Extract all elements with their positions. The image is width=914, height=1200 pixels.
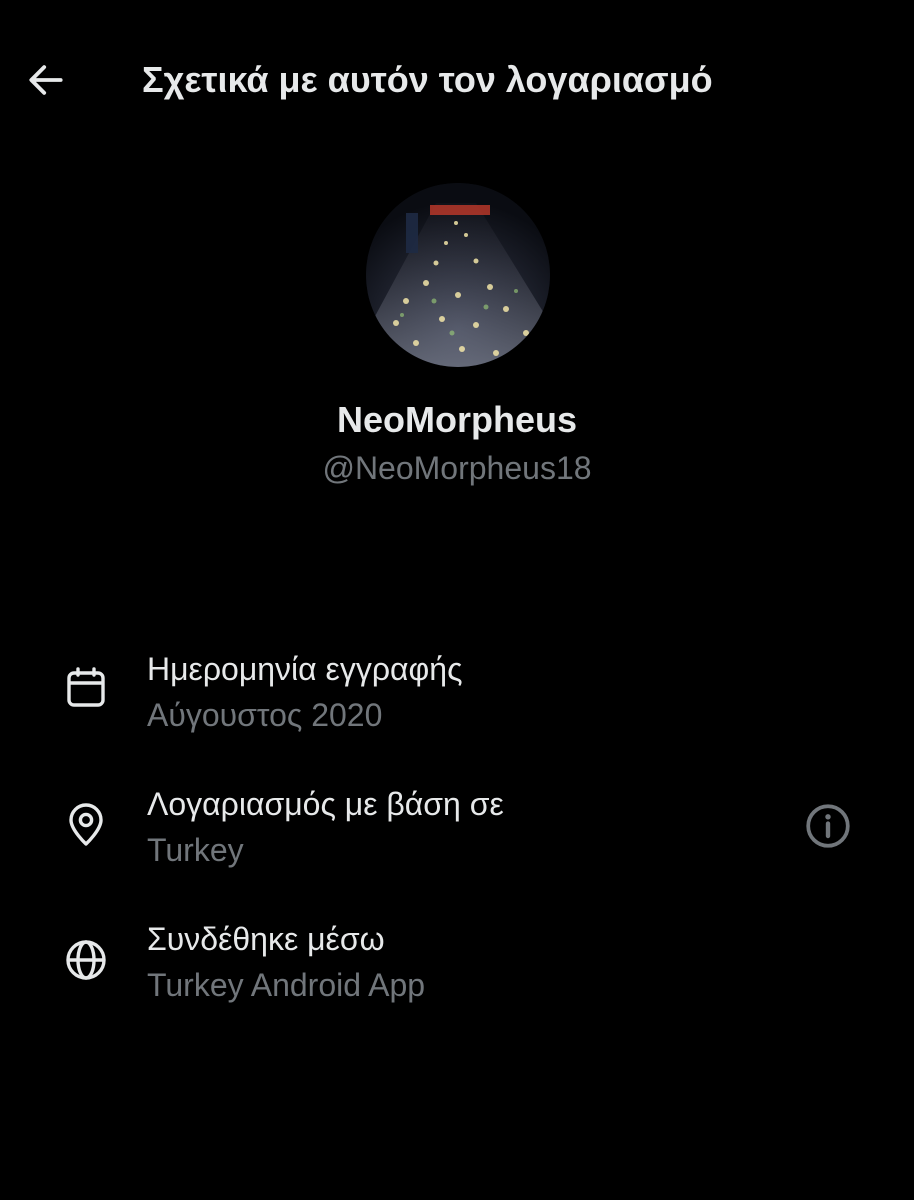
info-icon bbox=[806, 804, 850, 848]
display-name: NeoMorpheus bbox=[336, 399, 577, 440]
back-button[interactable] bbox=[22, 56, 70, 104]
avatar-image bbox=[366, 183, 550, 367]
account-location-label: Λογαριασμός με βάση σε bbox=[147, 786, 504, 822]
connected-via-label: Συνδέθηκε μέσω bbox=[147, 921, 385, 957]
avatar[interactable] bbox=[366, 183, 550, 367]
account-location-row: Λογαριασμός με βάση σε Turkey bbox=[0, 783, 914, 893]
account-location-value: Turkey bbox=[147, 832, 244, 868]
connected-via-row: Συνδέθηκε μέσω Turkey Android App bbox=[0, 918, 914, 1028]
page-title: Σχετικά με αυτόν τον λογαριασμό bbox=[142, 59, 713, 100]
arrow-left-icon bbox=[29, 65, 63, 95]
joined-date-label: Ημερομηνία εγγραφής bbox=[147, 651, 463, 687]
joined-date-value: Αύγουστος 2020 bbox=[147, 697, 383, 733]
globe-icon bbox=[60, 934, 112, 986]
joined-date-row: Ημερομηνία εγγραφής Αύγουστος 2020 bbox=[0, 648, 914, 758]
username-handle: @NeoMorpheus18 bbox=[322, 450, 592, 486]
location-info-button[interactable] bbox=[800, 798, 856, 854]
connected-via-value: Turkey Android App bbox=[147, 967, 426, 1003]
calendar-icon bbox=[60, 662, 112, 714]
top-app-bar: Σχετικά με αυτόν τον λογαριασμό bbox=[0, 0, 914, 160]
location-pin-icon bbox=[60, 799, 112, 851]
